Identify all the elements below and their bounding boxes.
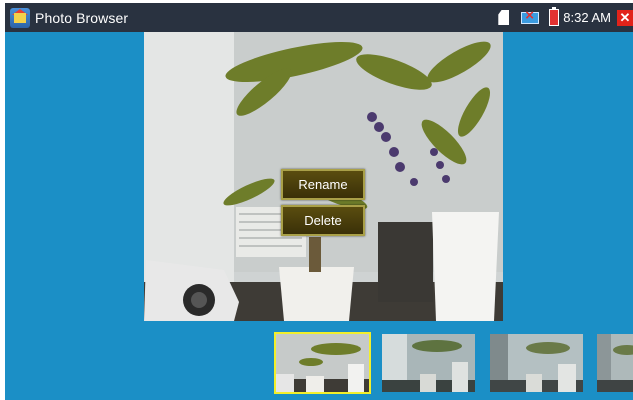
thumbnail-4[interactable] [595,332,633,394]
screen: Photo Browser × 8:32 AM ✕ Rename Delete [5,3,633,400]
app-title: Photo Browser [35,9,129,26]
close-icon[interactable]: ✕ [617,9,633,26]
title-bar: Photo Browser × 8:32 AM ✕ [5,3,633,32]
delete-menu-item[interactable]: Delete [281,205,365,236]
thumbnail-1[interactable] [274,332,371,394]
thumbnail-image [490,334,583,392]
thumbnail-image [276,334,369,392]
thumbnail-3[interactable] [488,332,585,394]
photo-preview[interactable]: Rename Delete [144,32,503,321]
thumbnail-strip[interactable] [5,323,633,400]
network-disconnected-icon: × [521,8,540,25]
status-area: × 8:32 AM ✕ [498,3,633,32]
photo-browser-icon [10,7,30,28]
thumbnail-image [597,334,633,392]
thumbnail-image [382,334,475,392]
battery-low-icon [549,7,560,26]
clock-time: 8:32 AM [563,10,611,25]
thumbnail-2[interactable] [380,332,477,394]
context-menu: Rename Delete [281,169,365,241]
rename-menu-item[interactable]: Rename [281,169,365,200]
sd-card-icon [498,10,510,25]
